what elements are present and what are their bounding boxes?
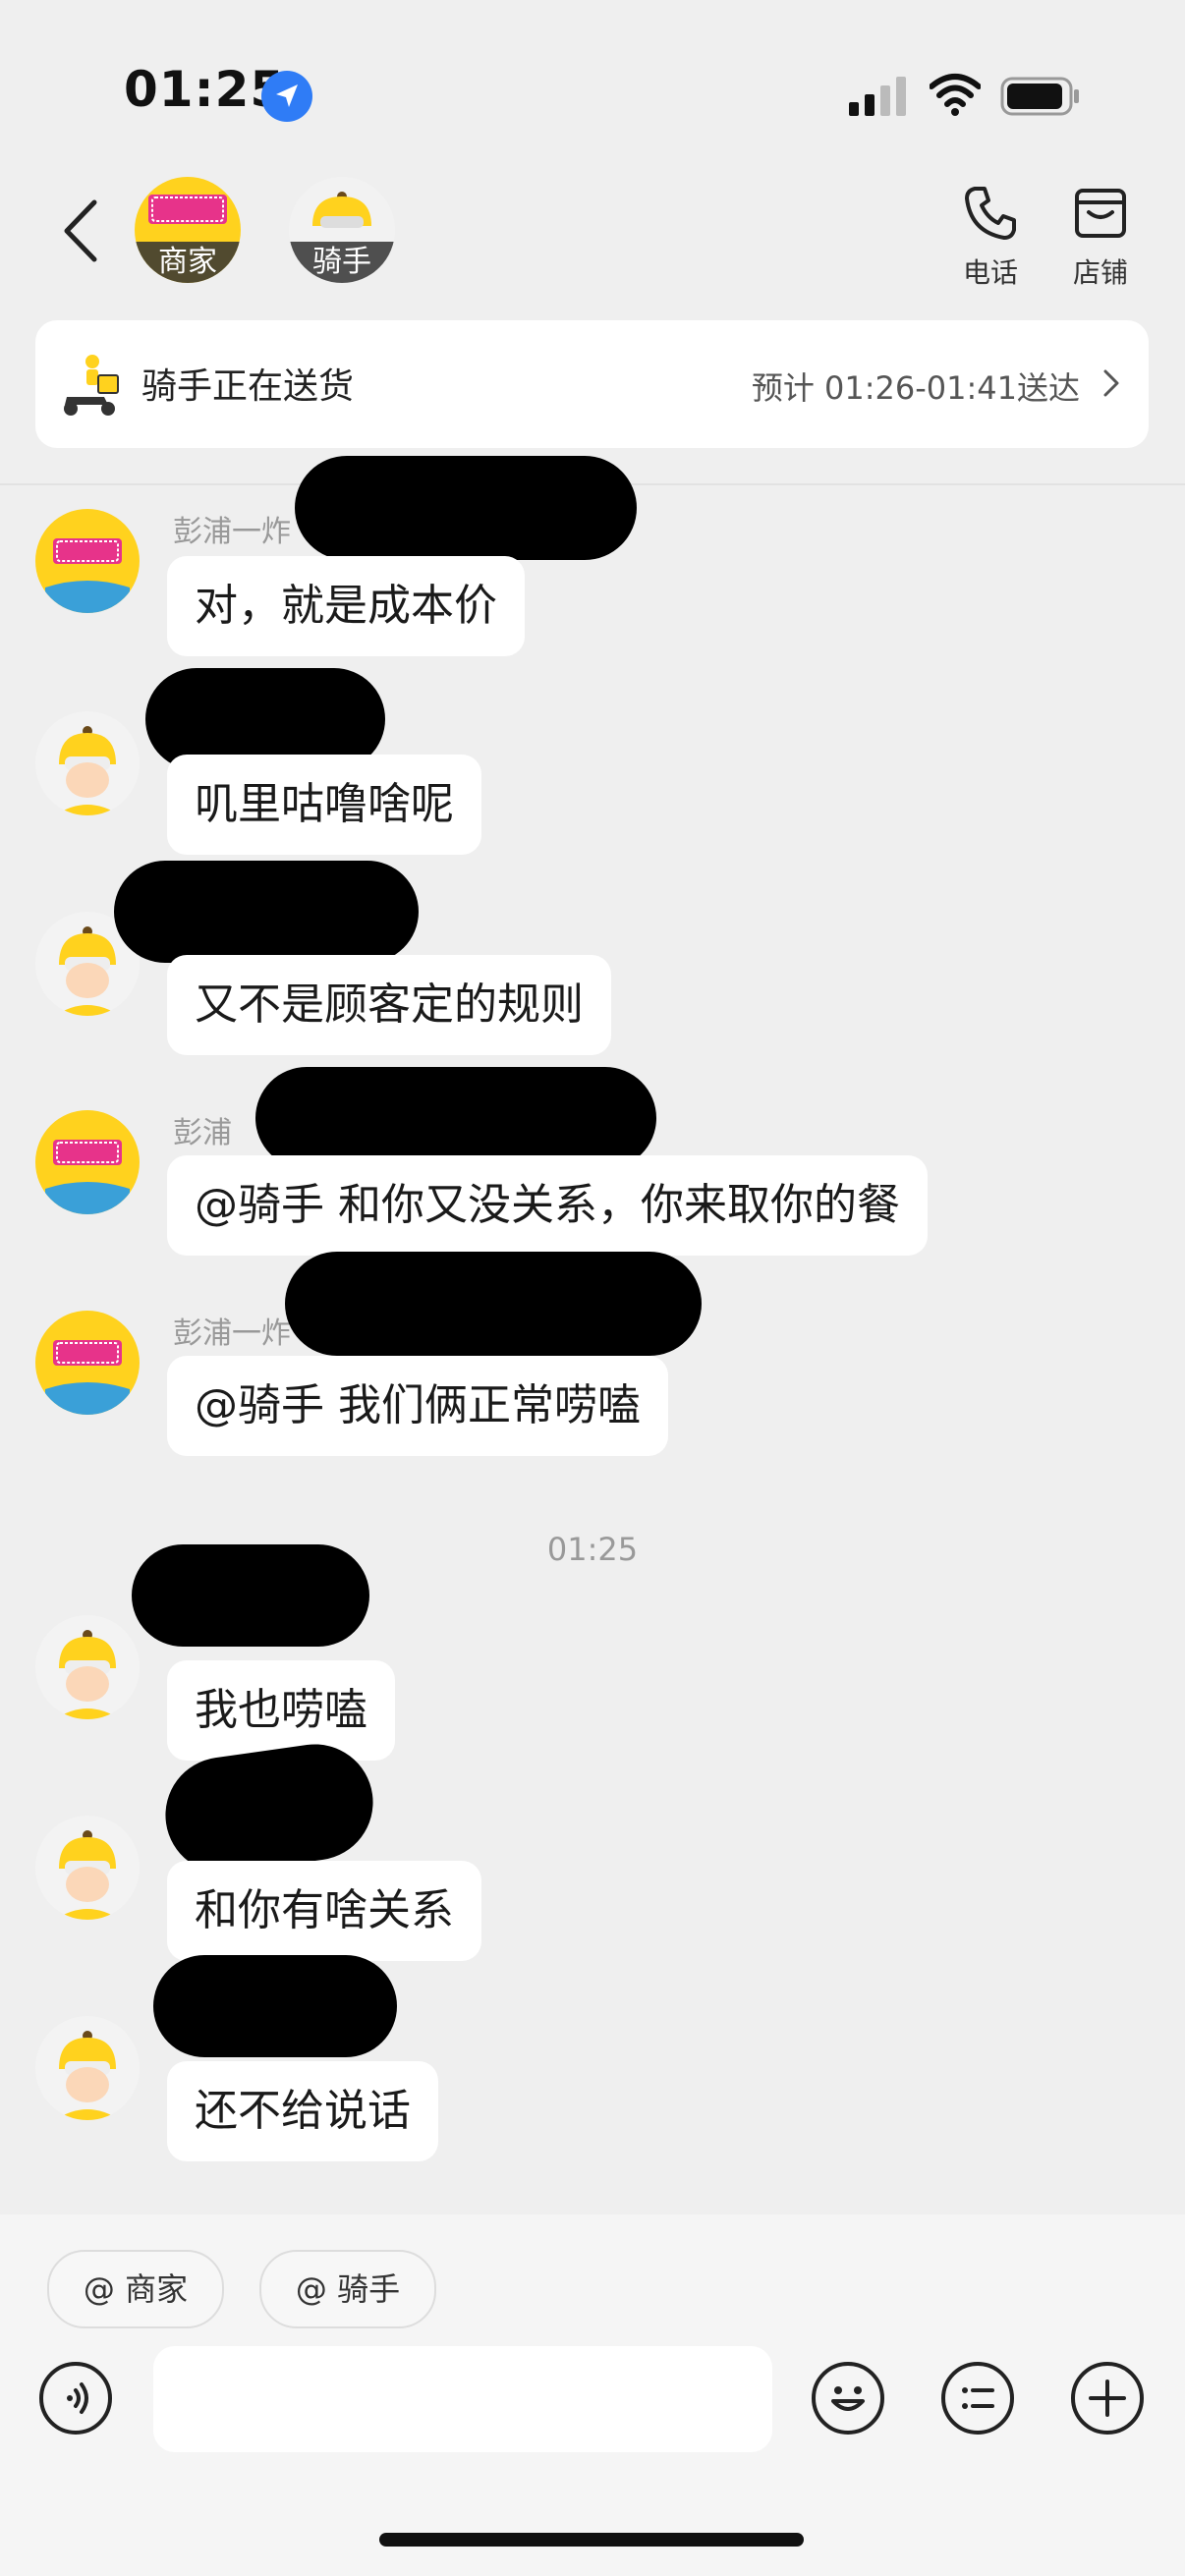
phone-button[interactable]: 电话 bbox=[951, 183, 1030, 291]
rider-avatar-icon bbox=[55, 2031, 120, 2120]
redaction-mark bbox=[285, 1252, 702, 1356]
delivery-eta: 预计 01:26-01:41送达 bbox=[751, 369, 1080, 407]
store-button[interactable]: 店铺 bbox=[1061, 183, 1140, 291]
message-bubble[interactable]: 我也唠嗑 bbox=[167, 1660, 395, 1761]
battery-icon bbox=[1000, 75, 1081, 118]
message-bubble[interactable]: 还不给说话 bbox=[167, 2061, 438, 2161]
merchant-logo-icon bbox=[45, 1140, 130, 1214]
merchant-avatar[interactable] bbox=[35, 509, 140, 613]
store-label: 店铺 bbox=[1072, 256, 1128, 289]
rider-avatar-icon bbox=[55, 1630, 120, 1719]
emoji-button[interactable] bbox=[812, 2362, 884, 2435]
message-bubble[interactable]: 和你有啥关系 bbox=[167, 1861, 481, 1961]
back-button[interactable] bbox=[61, 196, 100, 265]
redaction-mark bbox=[255, 1067, 656, 1169]
merchant-avatar[interactable] bbox=[35, 1110, 140, 1214]
delivery-status-card[interactable]: 骑手正在送货 预计 01:26-01:41送达 bbox=[35, 320, 1149, 448]
redaction-mark bbox=[114, 861, 419, 963]
merchant-avatar[interactable] bbox=[35, 1311, 140, 1415]
phone-icon bbox=[965, 187, 1016, 240]
rider-avatar-label: 骑手 bbox=[289, 242, 395, 283]
rider-avatar-icon bbox=[55, 726, 120, 815]
message-bubble[interactable]: @骑手 和你又没关系，你来取你的餐 bbox=[167, 1155, 928, 1256]
merchant-logo-icon bbox=[148, 195, 227, 224]
chevron-right-icon bbox=[1100, 364, 1123, 403]
rider-avatar-icon bbox=[55, 1830, 120, 1920]
home-indicator bbox=[379, 2533, 804, 2547]
plus-icon bbox=[1089, 2380, 1126, 2417]
merchant-avatar-label: 商家 bbox=[135, 242, 241, 283]
message-bubble[interactable]: 叽里咕噜啥呢 bbox=[167, 755, 481, 855]
merchant-avatar[interactable]: 商家 bbox=[135, 177, 241, 283]
message-bubble[interactable]: 对，就是成本价 bbox=[167, 556, 525, 656]
mention-rider-button[interactable]: @ 骑手 bbox=[259, 2250, 436, 2328]
redaction-mark bbox=[153, 1955, 397, 2057]
voice-button[interactable] bbox=[39, 2362, 112, 2435]
cellular-signal-icon bbox=[849, 77, 908, 116]
list-icon bbox=[962, 2387, 994, 2409]
wifi-icon bbox=[929, 73, 982, 116]
sender-name: 彭浦一炸 bbox=[173, 1316, 291, 1351]
emoji-icon bbox=[831, 2386, 865, 2411]
merchant-logo-icon bbox=[45, 1340, 130, 1415]
rider-avatar[interactable] bbox=[35, 1615, 140, 1719]
rider-avatar[interactable]: 骑手 bbox=[289, 177, 395, 283]
rider-avatar[interactable] bbox=[35, 1816, 140, 1920]
redaction-mark bbox=[295, 456, 637, 560]
scooter-icon bbox=[57, 352, 124, 419]
sender-name: 彭浦一炸 bbox=[173, 515, 291, 549]
message-input[interactable] bbox=[153, 2346, 772, 2452]
phone-label: 电话 bbox=[962, 256, 1018, 289]
message-bubble[interactable]: 又不是顾客定的规则 bbox=[167, 955, 611, 1055]
more-button[interactable] bbox=[1071, 2362, 1144, 2435]
rider-avatar[interactable] bbox=[35, 711, 140, 815]
sender-name: 彭浦 bbox=[173, 1116, 232, 1150]
mention-merchant-button[interactable]: @ 商家 bbox=[47, 2250, 224, 2328]
quick-reply-button[interactable] bbox=[941, 2362, 1014, 2435]
delivery-status-title: 骑手正在送货 bbox=[141, 366, 355, 407]
rider-avatar[interactable] bbox=[35, 2016, 140, 2120]
store-icon bbox=[1075, 189, 1126, 238]
merchant-logo-icon bbox=[45, 538, 130, 613]
voice-icon bbox=[67, 2382, 88, 2414]
rider-helmet-icon bbox=[312, 192, 371, 228]
location-icon bbox=[261, 71, 312, 122]
chevron-left-icon bbox=[64, 199, 97, 262]
redaction-mark bbox=[132, 1544, 369, 1647]
message-bubble[interactable]: @骑手 我们俩正常唠嗑 bbox=[167, 1356, 668, 1456]
